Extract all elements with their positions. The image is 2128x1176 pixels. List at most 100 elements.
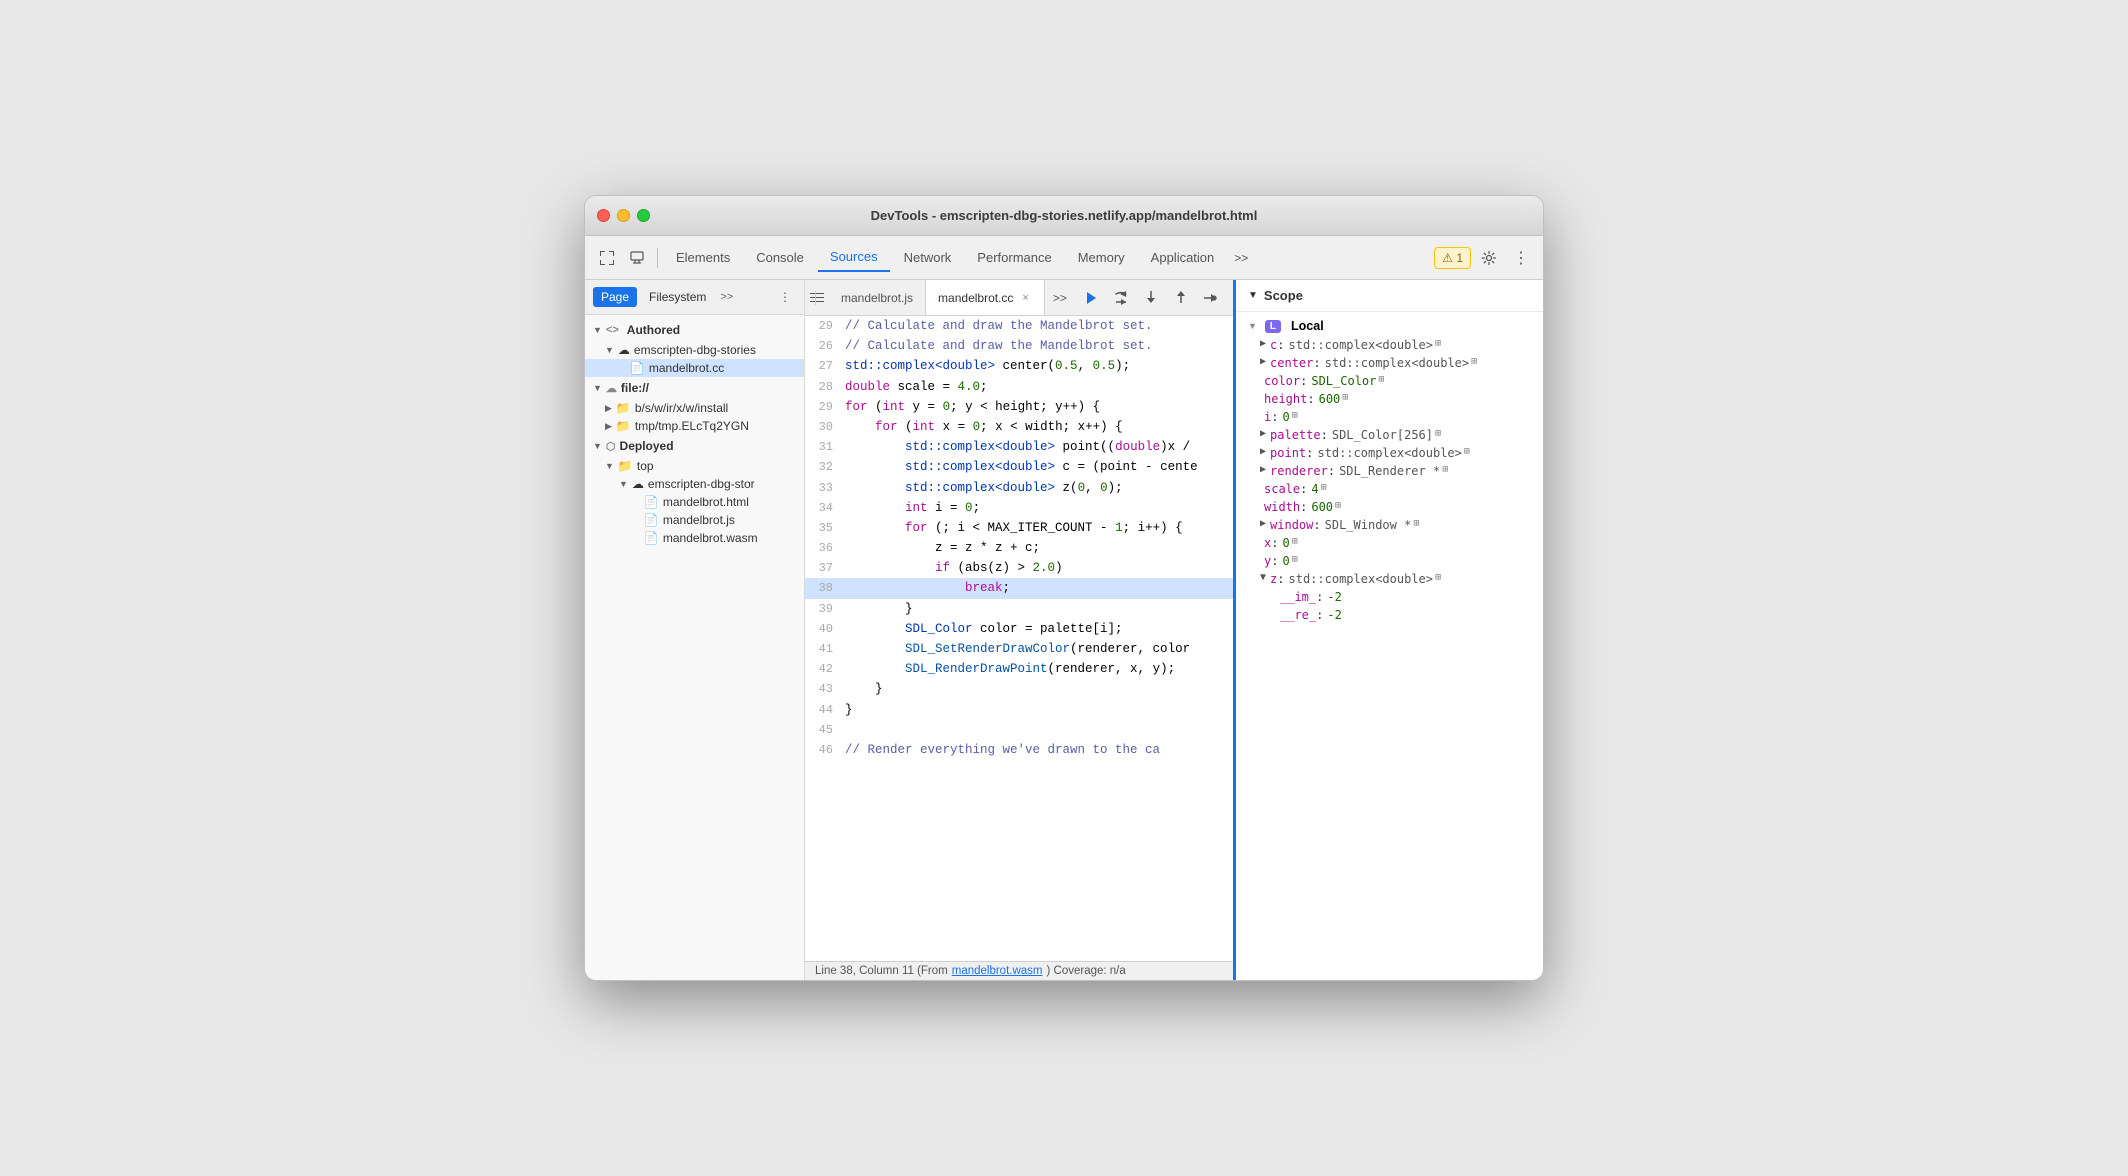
- menu-icon[interactable]: ⋮: [1507, 244, 1535, 272]
- sidebar-menu-icon[interactable]: ⋮: [774, 286, 796, 308]
- bsw-label: b/s/w/ir/x/w/install: [635, 401, 728, 415]
- scope-local-header[interactable]: ▼LLocal: [1236, 316, 1543, 336]
- tab-memory[interactable]: Memory: [1066, 244, 1137, 271]
- scope-item[interactable]: ▶ c: std::complex<double>⊞: [1236, 336, 1543, 354]
- scope-item-expand-icon[interactable]: ▶: [1260, 464, 1266, 475]
- step-into-button[interactable]: [1139, 286, 1163, 310]
- scope-item[interactable]: ▶ renderer: SDL_Renderer *⊞: [1236, 462, 1543, 480]
- scope-item[interactable]: ▼ z: std::complex<double>⊞: [1236, 570, 1543, 588]
- scope-item-key: i: [1264, 410, 1271, 424]
- scope-item-expand-icon[interactable]: ▼: [1260, 572, 1266, 583]
- scope-item: i: 0⊞: [1236, 408, 1543, 426]
- settings-icon[interactable]: [1475, 244, 1503, 272]
- line-number: 36: [805, 538, 845, 558]
- authored-icon: <>: [606, 324, 619, 336]
- sidebar-toggle-icon[interactable]: [809, 285, 825, 311]
- tab-console[interactable]: Console: [744, 244, 816, 271]
- tab-elements[interactable]: Elements: [664, 244, 742, 271]
- sidebar-tab-page[interactable]: Page: [593, 287, 637, 307]
- scope-item-value: 4: [1311, 482, 1318, 496]
- top-item[interactable]: ▼ 📁 top: [585, 457, 804, 475]
- tab-network[interactable]: Network: [892, 244, 964, 271]
- mandelbrot-js-item[interactable]: ▶ 📄 mandelbrot.js: [585, 511, 804, 529]
- scope-item-key: z: [1270, 572, 1277, 586]
- tab-application[interactable]: Application: [1139, 244, 1227, 271]
- line-content: SDL_RenderDrawPoint(renderer, x, y);: [845, 659, 1233, 679]
- status-wasm-link[interactable]: mandelbrot.wasm: [952, 965, 1043, 977]
- warning-badge[interactable]: ⚠ 1: [1434, 247, 1471, 269]
- line-number: 37: [805, 558, 845, 578]
- scope-item-expand-icon[interactable]: ▶: [1260, 446, 1266, 457]
- inspect-icon[interactable]: [623, 244, 651, 272]
- cloud1-item[interactable]: ▼ ☁ emscripten-dbg-stories: [585, 341, 804, 359]
- line-number: 29: [805, 316, 845, 336]
- line-number: 45: [805, 720, 845, 740]
- editor-status-bar: Line 38, Column 11 (From mandelbrot.wasm…: [805, 961, 1233, 980]
- editor-tabs-more[interactable]: >>: [1045, 291, 1075, 305]
- scope-item-expand-icon[interactable]: ▶: [1260, 356, 1266, 367]
- step-over-button[interactable]: [1109, 286, 1133, 310]
- scope-item-colon: :: [1307, 392, 1314, 406]
- bsw-item[interactable]: ▶ 📁 b/s/w/ir/x/w/install: [585, 399, 804, 417]
- scope-item[interactable]: ▶ window: SDL_Window *⊞: [1236, 516, 1543, 534]
- scope-item[interactable]: ▶ center: std::complex<double>⊞: [1236, 354, 1543, 372]
- step-button[interactable]: [1199, 286, 1223, 310]
- line-content: for (; i < MAX_ITER_COUNT - 1; i++) {: [845, 518, 1233, 538]
- code-line: 27std::complex<double> center(0.5, 0.5);: [805, 356, 1233, 376]
- scope-item-expand-icon[interactable]: ▶: [1260, 428, 1266, 439]
- mandelbrot-html-item[interactable]: ▶ 📄 mandelbrot.html: [585, 493, 804, 511]
- line-content: break;: [845, 578, 1233, 598]
- scope-item-expand-icon[interactable]: ▶: [1260, 518, 1266, 529]
- close-button[interactable]: [597, 209, 610, 222]
- scope-item[interactable]: ▶ palette: SDL_Color[256]⊞: [1236, 426, 1543, 444]
- scope-item-prop-icon: ⊞: [1435, 572, 1441, 583]
- mandelbrot-wasm-item[interactable]: ▶ 📄 mandelbrot.wasm: [585, 529, 804, 547]
- maximize-button[interactable]: [637, 209, 650, 222]
- code-editor[interactable]: 29// Calculate and draw the Mandelbrot s…: [805, 316, 1233, 961]
- scope-child-value: -2: [1327, 590, 1341, 604]
- line-number: 26: [805, 336, 845, 356]
- scope-item-colon: :: [1313, 356, 1320, 370]
- scope-item: x: 0⊞: [1236, 534, 1543, 552]
- tab-sources[interactable]: Sources: [818, 243, 890, 272]
- scope-item-value: 0: [1282, 554, 1289, 568]
- code-line: 35 for (; i < MAX_ITER_COUNT - 1; i++) {: [805, 518, 1233, 538]
- mandelbrot-cc-item[interactable]: ▶ 📄 mandelbrot.cc: [585, 359, 804, 377]
- tab-performance[interactable]: Performance: [965, 244, 1063, 271]
- mandelbrot-wasm-label: mandelbrot.wasm: [663, 531, 758, 545]
- main-container: mandelbrot.js mandelbrot.cc × >>: [805, 280, 1543, 980]
- scope-item-expand-icon[interactable]: ▶: [1260, 338, 1266, 349]
- sidebar-tab-filesystem[interactable]: Filesystem: [641, 287, 714, 307]
- toolbar-right: ⚠ 1 ⋮: [1434, 244, 1535, 272]
- scope-item-value: std::complex<double>: [1289, 572, 1434, 586]
- minimize-button[interactable]: [617, 209, 630, 222]
- line-content: int i = 0;: [845, 498, 1233, 518]
- deployed-icon: ⬡: [606, 440, 616, 453]
- scope-item[interactable]: ▶ point: std::complex<double>⊞: [1236, 444, 1543, 462]
- cloud1-label: emscripten-dbg-stories: [634, 343, 756, 357]
- editor-tab-close-icon[interactable]: ×: [1019, 291, 1031, 305]
- tmp-item[interactable]: ▶ 📁 tmp/tmp.ELcTq2YGN: [585, 417, 804, 435]
- tmp-arrow: ▶: [605, 421, 612, 432]
- sidebar-tabs-more[interactable]: >>: [720, 291, 733, 303]
- editor-tab-mandelbrot-cc[interactable]: mandelbrot.cc ×: [926, 280, 1045, 315]
- editor-tab-mandelbrot-js[interactable]: mandelbrot.js: [829, 280, 926, 315]
- cursor-icon[interactable]: [593, 244, 621, 272]
- file-section-header[interactable]: ▼ ☁ file://: [585, 377, 804, 399]
- scope-panel: ▼ Scope ▼LLocal▶ c: std::complex<double>…: [1233, 280, 1543, 980]
- cloud2-item[interactable]: ▼ ☁ emscripten-dbg-stor: [585, 475, 804, 493]
- scope-item: color: SDL_Color⊞: [1236, 372, 1543, 390]
- line-content: z = z * z + c;: [845, 538, 1233, 558]
- line-number: 43: [805, 679, 845, 699]
- deployed-section-header[interactable]: ▼ ⬡ Deployed: [585, 435, 804, 457]
- authored-section-header[interactable]: ▼ <> Authored: [585, 319, 804, 341]
- code-line: 38 break;: [805, 578, 1233, 598]
- resume-button[interactable]: [1079, 286, 1103, 310]
- tabs-more-button[interactable]: >>: [1228, 247, 1254, 269]
- cloud2-arrow: ▼: [619, 479, 628, 489]
- code-line: 41 SDL_SetRenderDrawColor(renderer, colo…: [805, 639, 1233, 659]
- step-out-button[interactable]: [1169, 286, 1193, 310]
- scope-item-colon: :: [1306, 446, 1313, 460]
- local-label: Local: [1291, 319, 1324, 333]
- main-toolbar: Elements Console Sources Network Perform…: [585, 236, 1543, 280]
